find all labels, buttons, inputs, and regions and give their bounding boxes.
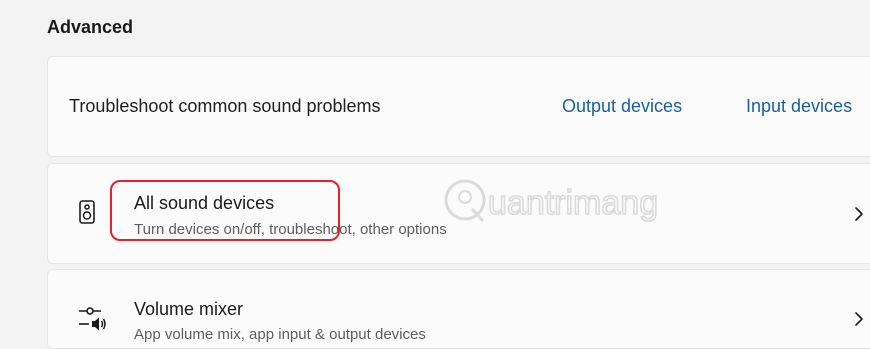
chevron-right-icon — [852, 310, 866, 328]
row-subtitle: Turn devices on/off, troubleshoot, other… — [134, 221, 447, 238]
troubleshoot-label: Troubleshoot common sound problems — [69, 96, 381, 116]
volume-mixer-row[interactable]: Volume mixer App volume mix, app input &… — [47, 269, 870, 349]
row-title: All sound devices — [134, 193, 275, 213]
output-devices-link[interactable]: Output devices — [562, 96, 682, 117]
row-subtitle: App volume mix, app input & output devic… — [134, 326, 426, 343]
volume-mixer-icon — [79, 305, 107, 336]
chevron-right-icon — [852, 205, 866, 223]
section-title: Advanced — [47, 17, 134, 37]
row-title: Volume mixer — [134, 299, 244, 319]
all-sound-devices-row[interactable]: All sound devices Turn devices on/off, t… — [47, 163, 870, 264]
troubleshoot-card: Troubleshoot common sound problems Outpu… — [47, 56, 870, 157]
input-devices-link[interactable]: Input devices — [746, 96, 852, 117]
speaker-icon — [79, 200, 95, 229]
